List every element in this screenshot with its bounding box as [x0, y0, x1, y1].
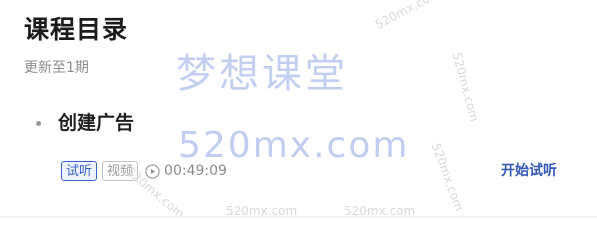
watermark-small: 520mx.com — [428, 141, 467, 213]
trial-tag: 试听 — [61, 161, 98, 181]
lesson-duration: 00:49:09 — [164, 163, 227, 179]
start-trial-button[interactable]: 开始试听 — [501, 161, 557, 181]
watermark-small: 520mx.com — [372, 0, 443, 32]
video-tag: 视频 — [102, 161, 139, 181]
lesson-item[interactable]: 创建广告 — [36, 110, 134, 136]
bullet-dot-icon — [36, 120, 41, 126]
play-circle-icon — [145, 163, 160, 179]
lesson-meta: 试听 视频 00:49:09 — [61, 161, 227, 181]
course-catalog-panel: 课程目录 更新至1期 创建广告 试听 视频 00:49:09 开始试听 梦想课堂… — [0, 0, 597, 218]
watermark-title: 梦想课堂 — [176, 51, 348, 97]
section-title: 课程目录 — [24, 15, 129, 44]
divider — [0, 216, 597, 218]
update-status: 更新至1期 — [24, 60, 89, 76]
watermark-small: 520mx.com — [449, 50, 482, 124]
lesson-title[interactable]: 创建广告 — [58, 110, 134, 136]
